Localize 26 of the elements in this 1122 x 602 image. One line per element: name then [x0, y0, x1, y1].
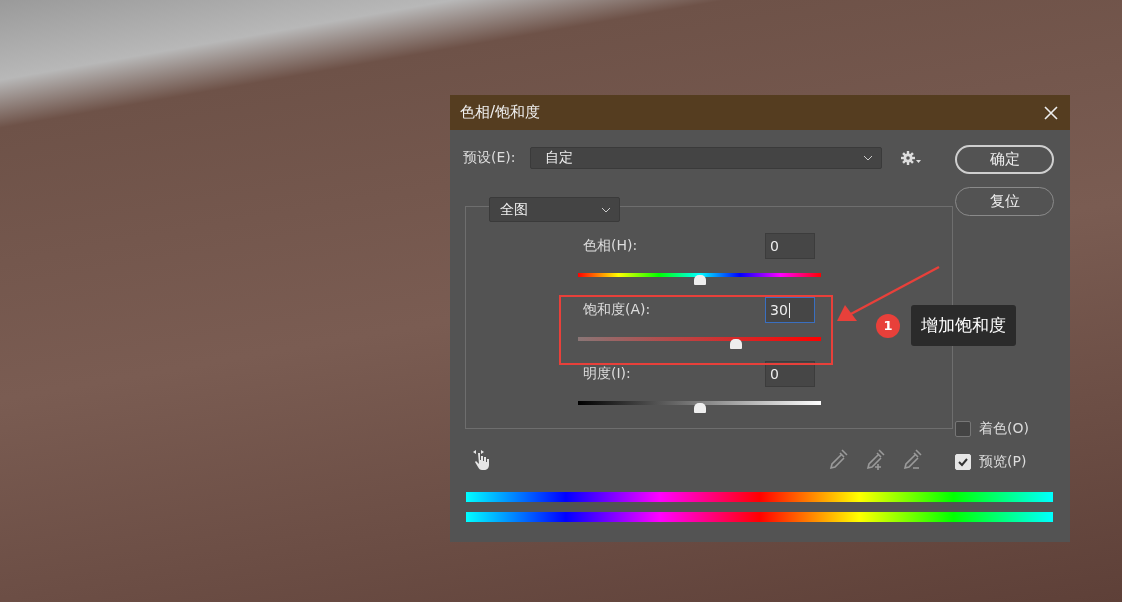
value-field[interactable]: 0: [765, 233, 815, 259]
slider-label: 饱和度(A):: [583, 301, 651, 319]
slider-label: 色相(H):: [583, 237, 638, 255]
preset-dropdown[interactable]: 自定: [529, 147, 882, 169]
value-field[interactable]: 30: [765, 297, 815, 323]
slider-thumb[interactable]: [693, 275, 706, 285]
close-icon: [1044, 105, 1058, 120]
value-field[interactable]: 0: [765, 361, 815, 387]
chevron-icon: [862, 155, 873, 161]
settings-icon[interactable]: [899, 150, 922, 166]
chevron-icon: [601, 206, 611, 213]
window-title: 色相/饱和度: [460, 103, 541, 122]
slider-label: 明度(I):: [583, 365, 631, 383]
channel-dropdown[interactable]: 全图: [489, 197, 620, 222]
eyedropper-icon[interactable]: [829, 448, 849, 470]
eyedropper-plus-icon[interactable]: [866, 448, 886, 470]
ok-button[interactable]: 确定: [955, 145, 1054, 174]
slider-thumb[interactable]: [693, 403, 706, 413]
checkbox-label: 预览(P): [979, 453, 1027, 471]
eyedropper-minus-icon[interactable]: [903, 448, 923, 470]
annotation-callout: 增加饱和度: [911, 305, 1016, 346]
preset-label: 预设(E):: [463, 149, 516, 167]
checkbox-label: 着色(O): [979, 420, 1029, 438]
slider-thumb[interactable]: [729, 339, 742, 349]
close-button[interactable]: [1042, 103, 1060, 122]
checkbox[interactable]: [955, 421, 971, 437]
